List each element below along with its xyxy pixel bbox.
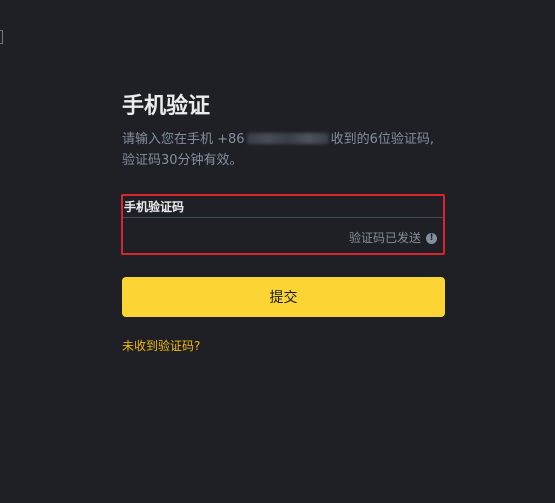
verification-description: 请输入您在手机 +86 收到的6位验证码, 验证码30分钟有效。 <box>122 129 445 171</box>
page-title: 手机验证 <box>122 94 211 119</box>
verification-panel: 手机验证 请输入您在手机 +86 收到的6位验证码, 验证码30分钟有效。 <box>122 92 445 171</box>
field-divider <box>123 217 443 218</box>
description-prefix: 请输入您在手机 +86 <box>122 132 245 147</box>
description-line-2: 验证码30分钟有效。 <box>122 153 243 168</box>
description-suffix: 收到的6位验证码, <box>330 132 434 147</box>
info-icon[interactable]: ! <box>426 232 437 244</box>
description-line-1: 请输入您在手机 +86 收到的6位验证码, <box>122 129 445 150</box>
code-sent-text: 验证码已发送 <box>348 231 421 245</box>
verification-page: 手机验证 请输入您在手机 +86 收到的6位验证码, 验证码30分钟有效。 手机验… <box>0 0 555 503</box>
code-sent-status: 验证码已发送 ! <box>349 230 437 246</box>
sms-code-field: 手机验证码 验证码已发送 ! <box>121 194 445 255</box>
window-edge-bracket <box>0 30 3 44</box>
masked-phone-number <box>246 133 329 144</box>
code-not-received-link[interactable]: 未收到验证码? <box>122 338 200 354</box>
sms-code-input[interactable] <box>125 222 325 248</box>
submit-button[interactable]: 提交 <box>122 277 445 317</box>
sms-code-label: 手机验证码 <box>124 200 185 214</box>
